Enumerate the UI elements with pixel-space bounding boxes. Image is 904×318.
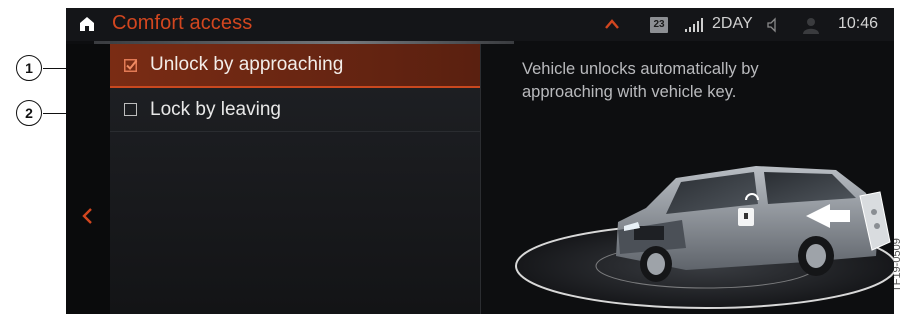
left-rail <box>66 44 110 314</box>
home-icon[interactable] <box>78 15 96 33</box>
network-label: 2DAY <box>712 15 753 32</box>
car-illustration <box>515 166 894 309</box>
profile-icon <box>803 18 819 34</box>
callout-2: 2 <box>16 100 42 126</box>
panel-divider <box>480 44 481 314</box>
checkbox-checked-icon[interactable] <box>124 58 138 72</box>
speaker-icon <box>767 17 776 33</box>
chevron-up-icon[interactable] <box>604 17 620 31</box>
clock: 10:46 <box>838 15 879 32</box>
idrive-screen: Comfort access 23 2DAY 10:46 Unlock by a… <box>66 8 894 314</box>
info-text: Vehicle unlocks automatically by approac… <box>522 60 759 101</box>
menu-item-label: Unlock by approaching <box>150 54 344 75</box>
settings-list: Unlock by approaching Lock by leaving <box>110 44 480 314</box>
menu-item-label: Lock by leaving <box>150 98 281 120</box>
callout-1: 1 <box>16 55 42 81</box>
menu-item-lock-by-leaving[interactable]: Lock by leaving <box>110 88 480 132</box>
page-title: Comfort access <box>112 12 253 34</box>
checkbox-icon[interactable] <box>124 103 137 116</box>
signal-icon <box>685 18 703 32</box>
calendar-icon: 23 <box>650 17 668 33</box>
back-chevron-icon[interactable] <box>80 206 94 226</box>
menu-item-unlock-by-approaching[interactable]: Unlock by approaching <box>110 44 480 88</box>
top-bar: Comfort access 23 2DAY 10:46 <box>66 8 894 41</box>
